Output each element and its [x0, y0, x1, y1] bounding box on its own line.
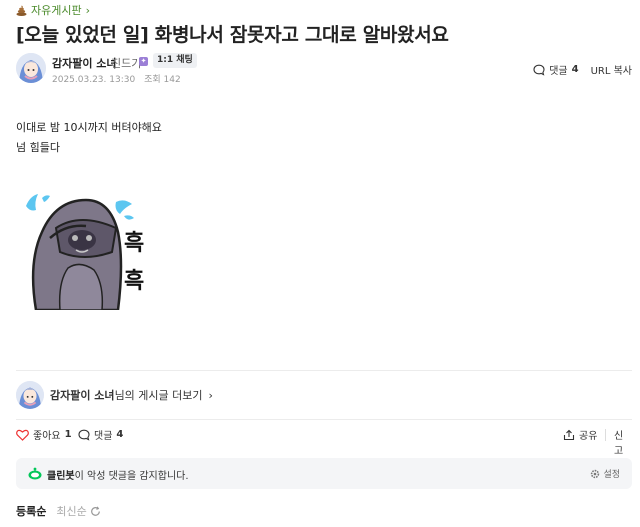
post-title: [오늘 있었던 일] 화병나서 잠못자고 그대로 알바왔서요 [16, 24, 449, 46]
heart-icon [16, 429, 29, 441]
cleanbot-name: 클린봇 [47, 471, 75, 482]
post-meta: 2025.03.23. 13:30 조회 142 [52, 72, 187, 85]
poo-icon [16, 4, 27, 16]
comment-label: 댓글 [549, 66, 568, 77]
post-date: 2025.03.23. 13:30 [52, 75, 136, 85]
share-label: 공유 [579, 431, 598, 442]
sticker-text: 흑 [124, 269, 144, 294]
comment-count: 4 [116, 429, 124, 440]
chat-button[interactable]: 1:1 채팅 [153, 53, 197, 68]
comment-icon [78, 429, 90, 441]
content-line: 넘 힘들다 [16, 141, 60, 154]
post-content: 이대로 밤 10시까지 버텨야해요 넘 힘들다 [16, 118, 162, 158]
post-views: 조회 142 [144, 75, 181, 85]
cleanbot-notice: 클린봇이 악성 댓글을 감지합니다. 설정 [16, 458, 632, 489]
refresh-icon [90, 505, 100, 516]
share-button[interactable]: 공유 [563, 427, 597, 442]
post-actions: 좋아요 1 댓글 4 공유 신고 [16, 424, 632, 457]
more-posts-link[interactable]: 감자팔이 소녀님의 게시글 더보기 › [16, 381, 213, 409]
content-line: 이대로 밤 10시까지 버텨야해요 [16, 121, 162, 134]
board-name: 자유게시판 [31, 4, 82, 17]
like-label: 좋아요 [33, 431, 61, 442]
comment-sort: 등록순 최신순 [16, 503, 101, 519]
settings-label: 설정 [603, 470, 620, 480]
sort-latest-label: 최신순 [56, 505, 87, 518]
cleanbot-message: 이 악성 댓글을 감지합니다. [74, 471, 189, 482]
divider [605, 429, 606, 441]
comment-icon [533, 64, 545, 76]
report-button[interactable]: 신고 [614, 427, 632, 457]
share-icon [563, 429, 575, 440]
divider [16, 370, 632, 371]
comment-label: 댓글 [94, 431, 113, 442]
like-count: 1 [64, 429, 72, 440]
author-row: 감자팔이 소녀 진드기 ✦ 1:1 채팅 2025.03.23. 13:30 조… [16, 52, 632, 86]
more-posts-author: 감자팔이 소녀 [50, 389, 115, 402]
chevron-right-icon: › [208, 388, 213, 402]
chevron-right-icon: › [85, 3, 91, 17]
board-link[interactable]: 자유게시판 › [16, 2, 90, 18]
cleanbot-settings-button[interactable]: 설정 [590, 467, 620, 480]
top-actions: 댓글 4 URL 복사 [533, 62, 632, 77]
gear-icon [591, 469, 600, 478]
cleanbot-icon [28, 467, 42, 480]
sort-latest[interactable]: 최신순 [56, 503, 100, 519]
divider [16, 419, 632, 420]
grade-badge-icon: ✦ [139, 57, 148, 66]
cleanbot-text: 클린봇이 악성 댓글을 감지합니다. [47, 467, 189, 482]
avatar[interactable] [16, 53, 46, 83]
avatar [16, 381, 44, 409]
like-button[interactable]: 좋아요 1 [16, 427, 72, 442]
comment-link[interactable]: 댓글 4 [533, 62, 579, 77]
sort-registered[interactable]: 등록순 [16, 503, 46, 519]
comment-button[interactable]: 댓글 4 [78, 427, 123, 442]
more-posts-label: 님의 게시글 더보기 [114, 389, 203, 402]
url-copy-button[interactable]: URL 복사 [591, 62, 632, 77]
sticker-text: 흑 [124, 231, 144, 256]
comment-count: 4 [571, 64, 579, 75]
crying-sticker-image: 흑 흑 [26, 194, 144, 310]
author-name[interactable]: 감자팔이 소녀 [52, 55, 117, 71]
member-grade: 진드기 [111, 57, 142, 70]
